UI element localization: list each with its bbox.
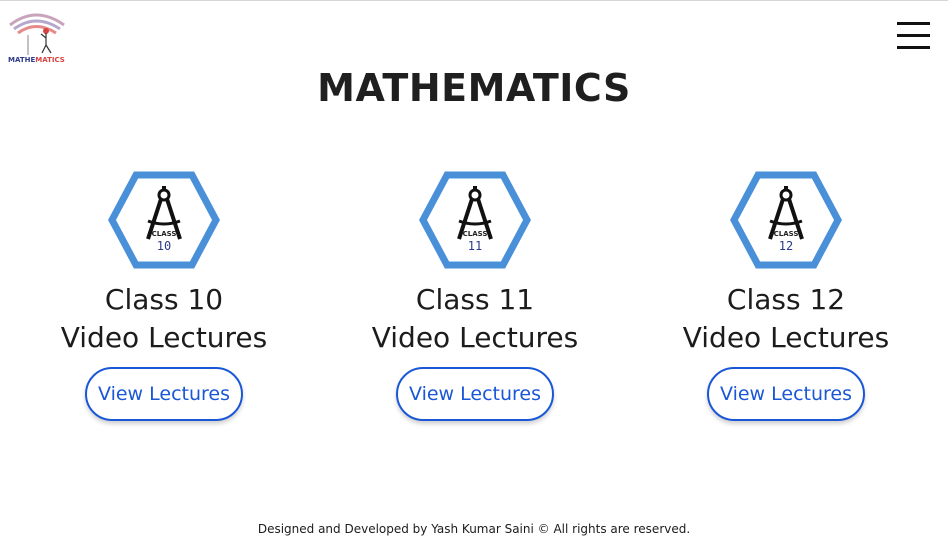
card-title-line2: Video Lectures — [60, 321, 268, 354]
card-title: Class 10 Video Lectures — [34, 281, 294, 357]
view-lectures-button[interactable]: View Lectures — [707, 367, 865, 421]
menu-bar — [897, 22, 930, 25]
class-card: CLASS 12 Class 12 Video Lectures View Le… — [656, 171, 916, 421]
card-title-line1: Class 10 — [104, 283, 224, 316]
view-lectures-button[interactable]: View Lectures — [85, 367, 243, 421]
class-card: CLASS 11 Class 11 Video Lectures View Le… — [345, 171, 605, 421]
compass-icon: CLASS 12 — [730, 171, 842, 269]
card-title-line2: Video Lectures — [682, 321, 890, 354]
svg-text:10: 10 — [157, 239, 171, 253]
svg-text:CLASS: CLASS — [152, 230, 177, 238]
svg-text:11: 11 — [468, 239, 482, 253]
page: MATHEMATICS MATHEMATICS CLASS 10 Class 1… — [0, 0, 948, 551]
site-logo[interactable]: MATHEMATICS — [6, 11, 68, 65]
logo-graphic-icon — [9, 13, 65, 55]
class-cards: CLASS 10 Class 10 Video Lectures View Le… — [0, 171, 948, 431]
logo-text: MATHEMATICS — [8, 56, 65, 64]
class-card: CLASS 10 Class 10 Video Lectures View Le… — [34, 171, 294, 421]
compass-icon: CLASS 10 — [108, 171, 220, 269]
menu-bar — [897, 34, 930, 37]
svg-text:12: 12 — [779, 239, 793, 253]
card-title: Class 11 Video Lectures — [345, 281, 605, 357]
svg-text:CLASS: CLASS — [774, 230, 799, 238]
card-title-line2: Video Lectures — [371, 321, 579, 354]
svg-text:CLASS: CLASS — [463, 230, 488, 238]
page-title: MATHEMATICS — [317, 66, 631, 110]
card-title-line1: Class 11 — [415, 283, 535, 316]
hamburger-icon[interactable] — [897, 22, 930, 50]
menu-bar — [897, 46, 930, 49]
card-title-line1: Class 12 — [726, 283, 846, 316]
view-lectures-button[interactable]: View Lectures — [396, 367, 554, 421]
card-title: Class 12 Video Lectures — [656, 281, 916, 357]
compass-icon: CLASS 11 — [419, 171, 531, 269]
footer-credits: Designed and Developed by Yash Kumar Sai… — [257, 522, 691, 536]
